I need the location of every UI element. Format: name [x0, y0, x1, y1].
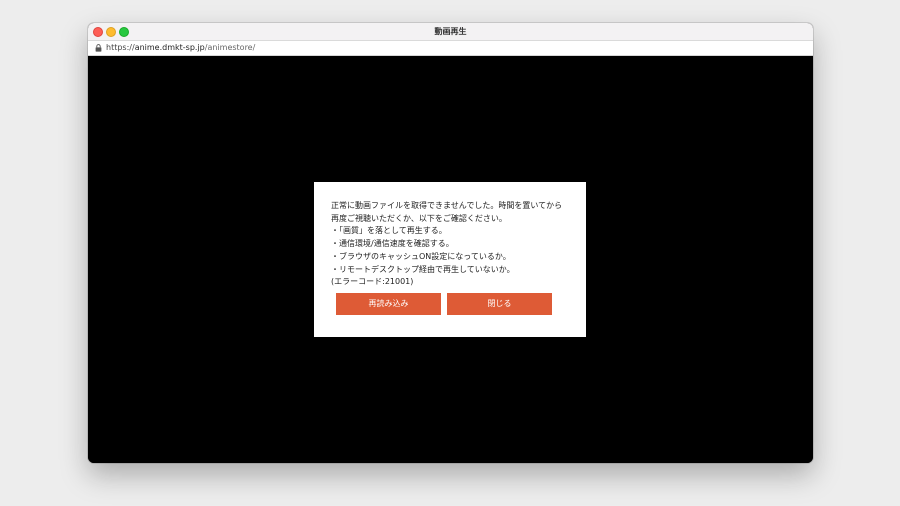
lock-icon: [95, 44, 102, 52]
video-player[interactable]: 正常に動画ファイルを取得できませんでした。時間を置いてから 再度ご視聴いただくか…: [88, 56, 813, 463]
address-bar[interactable]: https://anime.dmkt-sp.jp/animestore/: [88, 41, 813, 56]
error-message-line: 再度ご視聴いただくか、以下をご確認ください。: [331, 213, 507, 223]
title-bar: 動画再生: [88, 23, 813, 41]
browser-window: 動画再生 https://anime.dmkt-sp.jp/animestore…: [88, 23, 813, 463]
error-message-line: ・ブラウザのキャッシュON設定になっているか。: [331, 251, 511, 261]
close-button[interactable]: 閉じる: [447, 293, 552, 315]
reload-button[interactable]: 再読み込み: [336, 293, 441, 315]
error-code: (エラーコード:21001): [331, 277, 414, 287]
url-scheme: https://: [106, 43, 135, 52]
error-message-line: ・リモートデスクトップ経由で再生していないか。: [331, 264, 515, 274]
error-dialog: 正常に動画ファイルを取得できませんでした。時間を置いてから 再度ご視聴いただくか…: [314, 182, 586, 337]
url-path: /animestore/: [204, 43, 256, 52]
error-message-line: ・「画質」を落として再生する。: [331, 226, 447, 236]
window-title: 動画再生: [434, 27, 467, 36]
url-host: anime.dmkt-sp.jp: [134, 43, 205, 52]
error-message: 正常に動画ファイルを取得できませんでした。時間を置いてから 再度ご視聴いただくか…: [331, 200, 576, 289]
url-text[interactable]: https://anime.dmkt-sp.jp/animestore/: [106, 41, 255, 55]
error-message-line: 正常に動画ファイルを取得できませんでした。時間を置いてから: [331, 201, 563, 210]
error-message-line: ・通信環境/通信速度を確認する。: [331, 239, 454, 249]
